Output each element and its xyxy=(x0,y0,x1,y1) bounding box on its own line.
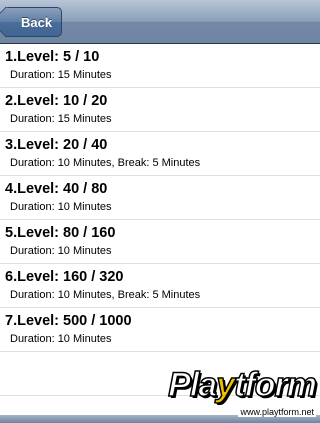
level-duration: Duration: 10 Minutes xyxy=(10,245,112,257)
level-title: 7.Level: 500 / 1000 xyxy=(5,313,132,329)
level-duration: Duration: 10 Minutes, Break: 5 Minutes xyxy=(10,289,201,301)
watermark-logo-suffix: tform xyxy=(233,366,317,404)
level-duration: Duration: 10 Minutes xyxy=(10,201,112,213)
level-title: 5.Level: 80 / 160 xyxy=(5,225,116,241)
watermark-logo-prefix: Pla xyxy=(167,366,218,404)
level-title: 1.Level: 5 / 10 xyxy=(5,49,100,65)
watermark-url: www.playtform.net xyxy=(238,407,316,417)
level-row-5[interactable]: 5.Level: 80 / 160 Duration: 10 Minutes xyxy=(0,220,320,264)
level-title: 4.Level: 40 / 80 xyxy=(5,181,108,197)
level-row-6[interactable]: 6.Level: 160 / 320 Duration: 10 Minutes,… xyxy=(0,264,320,308)
level-row-3[interactable]: 3.Level: 20 / 40 Duration: 10 Minutes, B… xyxy=(0,132,320,176)
level-duration: Duration: 10 Minutes, Break: 5 Minutes xyxy=(10,157,201,169)
level-row-2[interactable]: 2.Level: 10 / 20 Duration: 15 Minutes xyxy=(0,88,320,132)
level-title: 3.Level: 20 / 40 xyxy=(5,137,108,153)
level-duration: Duration: 15 Minutes xyxy=(10,113,112,125)
level-title: 2.Level: 10 / 20 xyxy=(5,93,108,109)
back-button-label: Back xyxy=(21,14,53,30)
level-title: 6.Level: 160 / 320 xyxy=(5,269,124,285)
level-row-1[interactable]: 1.Level: 5 / 10 Duration: 15 Minutes xyxy=(0,44,320,88)
level-row-7[interactable]: 7.Level: 500 / 1000 Duration: 10 Minutes xyxy=(0,308,320,352)
navigation-bar: Back xyxy=(0,0,320,44)
back-button[interactable]: Back xyxy=(5,7,63,37)
level-duration: Duration: 10 Minutes xyxy=(10,333,112,345)
watermark: Pla y tform www.playtform.net xyxy=(167,366,318,420)
level-row-4[interactable]: 4.Level: 40 / 80 Duration: 10 Minutes xyxy=(0,176,320,220)
level-duration: Duration: 15 Minutes xyxy=(10,69,112,81)
watermark-logo: Pla y tform xyxy=(167,366,317,404)
level-list: 1.Level: 5 / 10 Duration: 15 Minutes 2.L… xyxy=(0,44,320,396)
watermark-logo-y: y xyxy=(215,366,235,404)
